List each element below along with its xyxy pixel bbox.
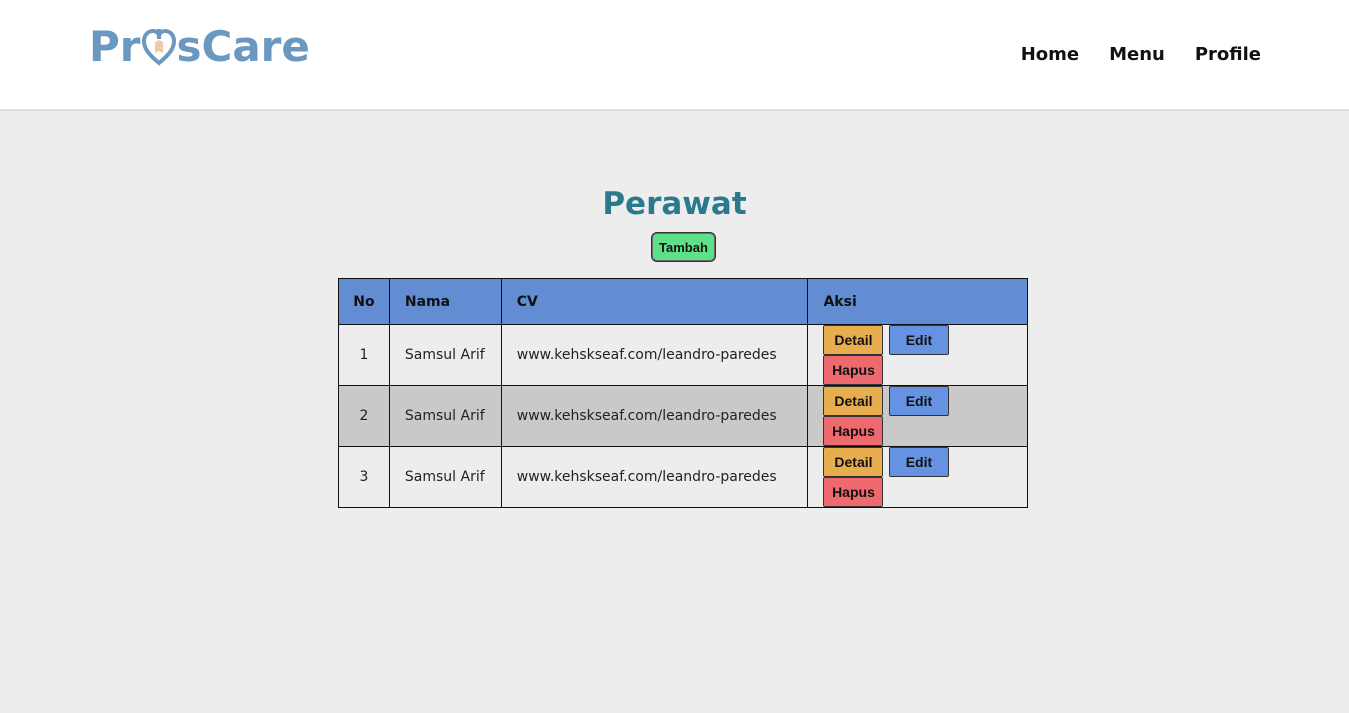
detail-button[interactable]: Detail — [823, 386, 884, 416]
cell-no: 1 — [338, 324, 390, 386]
edit-button[interactable]: Edit — [888, 325, 949, 355]
column-header-nama: Nama — [388, 278, 502, 325]
cell-no: 3 — [338, 446, 390, 508]
detail-button[interactable]: Detail — [823, 325, 884, 355]
table-row: 2 Samsul Arif www.kehskseaf.com/leandro-… — [338, 385, 1028, 447]
cell-cv: www.kehskseaf.com/leandro-paredes — [500, 324, 809, 386]
navbar: Pr sCare Home Menu Profile — [0, 0, 1349, 111]
logo-text-left: Pr — [89, 22, 141, 71]
edit-button[interactable]: Edit — [888, 447, 949, 477]
delete-button[interactable]: Hapus — [823, 477, 884, 507]
page-title: Perawat — [602, 186, 747, 222]
nav-link-home[interactable]: Home — [1021, 44, 1079, 65]
nav-link-profile[interactable]: Profile — [1195, 44, 1261, 65]
cell-cv: www.kehskseaf.com/leandro-paredes — [500, 385, 809, 447]
heart-icon — [141, 28, 176, 66]
cell-nama: Samsul Arif — [388, 446, 502, 508]
detail-button[interactable]: Detail — [823, 447, 884, 477]
brand-logo[interactable]: Pr sCare — [89, 24, 310, 70]
nav-link-menu[interactable]: Menu — [1109, 44, 1165, 65]
cell-aksi: Detail Edit Hapus — [807, 324, 1028, 386]
cell-aksi: Detail Edit Hapus — [807, 385, 1028, 447]
cell-no: 2 — [338, 385, 390, 447]
add-button[interactable]: Tambah — [651, 232, 716, 262]
nav-menu: Home Menu Profile — [1021, 44, 1261, 65]
cell-nama: Samsul Arif — [388, 324, 502, 386]
table-header-row: No Nama CV Aksi — [338, 278, 1028, 325]
edit-button[interactable]: Edit — [888, 386, 949, 416]
nurse-table: No Nama CV Aksi 1 Samsul Arif www.kehsks… — [338, 278, 1028, 508]
table-row: 1 Samsul Arif www.kehskseaf.com/leandro-… — [338, 324, 1028, 386]
cell-aksi: Detail Edit Hapus — [807, 446, 1028, 508]
table-row: 3 Samsul Arif www.kehskseaf.com/leandro-… — [338, 446, 1028, 508]
delete-button[interactable]: Hapus — [823, 416, 884, 446]
column-header-cv: CV — [500, 278, 809, 325]
column-header-aksi: Aksi — [807, 278, 1028, 325]
cell-cv: www.kehskseaf.com/leandro-paredes — [500, 446, 809, 508]
column-header-no: No — [338, 278, 390, 325]
logo-text-right: sCare — [176, 22, 310, 71]
cell-nama: Samsul Arif — [388, 385, 502, 447]
delete-button[interactable]: Hapus — [823, 355, 884, 385]
